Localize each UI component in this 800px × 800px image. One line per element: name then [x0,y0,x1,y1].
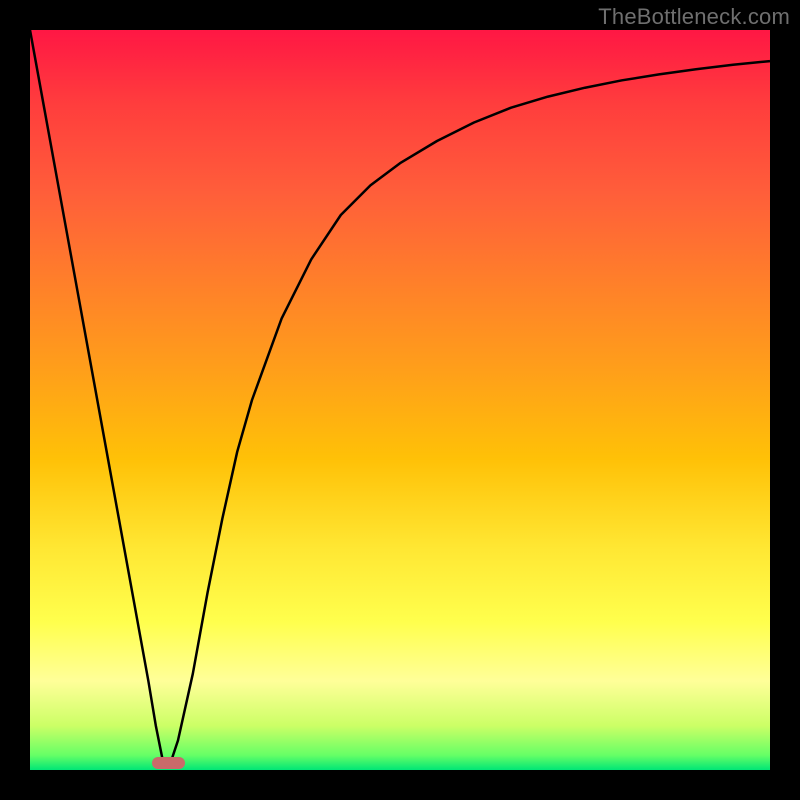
watermark-text: TheBottleneck.com [598,4,790,30]
bottleneck-curve [30,30,770,763]
curve-svg [30,30,770,770]
minimum-marker [152,757,185,769]
chart-frame: TheBottleneck.com [0,0,800,800]
plot-area [30,30,770,770]
